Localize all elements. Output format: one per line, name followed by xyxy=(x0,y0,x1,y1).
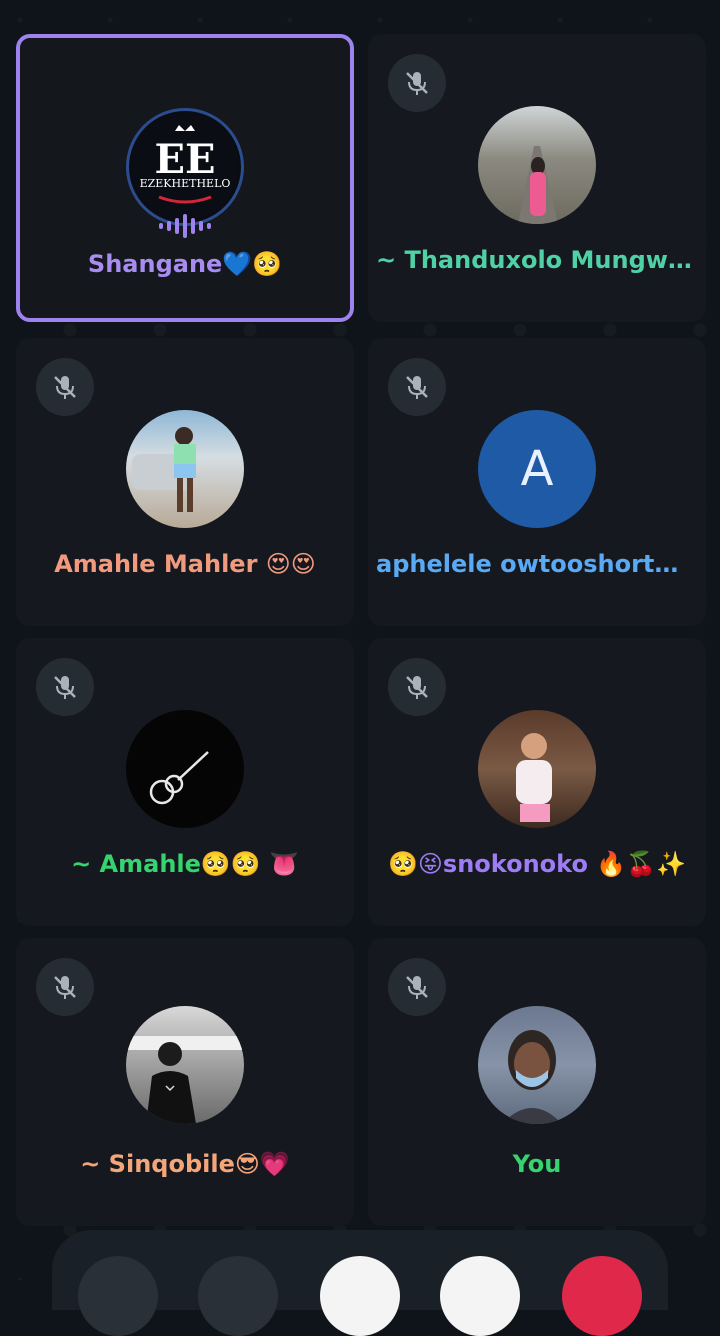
end-call-button[interactable] xyxy=(562,1256,642,1336)
mic-muted-icon xyxy=(388,54,446,112)
mic-button[interactable] xyxy=(320,1256,400,1336)
participant-tile-aphelele[interactable]: A aphelele owtooshort🏳️‍🌈🥺... xyxy=(368,338,706,626)
mic-muted-icon xyxy=(388,658,446,716)
more-button[interactable] xyxy=(440,1256,520,1336)
participant-name: Amahle Mahler 😍😍 xyxy=(54,550,316,578)
speaker-button[interactable] xyxy=(78,1256,158,1336)
participant-name: You xyxy=(512,1150,562,1178)
participant-tile-shangane[interactable]: EE EZEKHETHELO Shangane💙🥺 xyxy=(16,34,354,322)
participant-tile-snokonoko[interactable]: 🥺😝snokonoko 🔥🍒✨ xyxy=(368,638,706,926)
participant-avatar xyxy=(478,710,596,828)
participant-name: 🥺😝snokonoko 🔥🍒✨ xyxy=(388,850,686,878)
logo-text: EZEKHETHELO xyxy=(140,177,231,190)
logo-initials: EE xyxy=(155,136,216,183)
avatar-initial: A xyxy=(520,441,554,497)
ezekhethelo-logo-avatar: EE EZEKHETHELO xyxy=(126,108,244,226)
participant-name: ~ Sinqobile😎💗 xyxy=(80,1150,290,1178)
participant-avatar xyxy=(478,1006,596,1124)
video-button[interactable] xyxy=(198,1256,278,1336)
participant-name: ~ Amahle🥺🥺 👅 xyxy=(71,850,299,878)
mic-muted-icon xyxy=(388,358,446,416)
guitar-avatar xyxy=(126,710,244,828)
mic-muted-icon xyxy=(36,958,94,1016)
participant-avatar xyxy=(478,106,596,224)
mic-muted-icon xyxy=(36,658,94,716)
participant-tile-you[interactable]: You xyxy=(368,938,706,1226)
mic-muted-icon xyxy=(36,358,94,416)
participant-tile-thanduxolo[interactable]: ~ Thanduxolo Mungwe 🎀 xyxy=(368,34,706,322)
participant-tile-sinqobile[interactable]: ~ Sinqobile😎💗 xyxy=(16,938,354,1226)
participant-name: ~ Thanduxolo Mungwe 🎀 xyxy=(376,246,706,274)
participant-name: Shangane💙🥺 xyxy=(87,250,283,278)
participant-avatar xyxy=(126,410,244,528)
mic-muted-icon xyxy=(388,958,446,1016)
speaking-wave-icon xyxy=(159,214,211,238)
participant-tile-amahle[interactable]: ~ Amahle🥺🥺 👅 xyxy=(16,638,354,926)
participant-avatar xyxy=(126,1006,244,1124)
letter-avatar: A xyxy=(478,410,596,528)
participant-name: aphelele owtooshort🏳️‍🌈🥺... xyxy=(376,550,706,578)
participant-tile-amahle-mahler[interactable]: Amahle Mahler 😍😍 xyxy=(16,338,354,626)
